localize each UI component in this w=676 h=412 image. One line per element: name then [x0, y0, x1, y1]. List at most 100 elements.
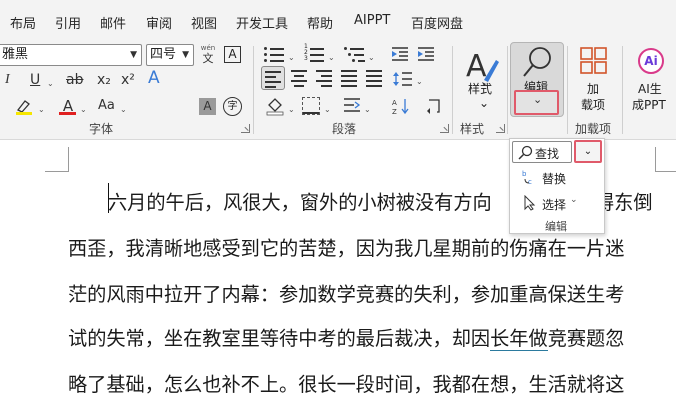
tab-review[interactable]: 审阅	[146, 13, 172, 32]
paragraph-group-label: 段落	[332, 122, 357, 136]
find-button[interactable]: 查找	[512, 141, 572, 163]
ai-ppt-button[interactable]: Ai AI生 成PPT	[630, 46, 674, 116]
paint-bucket-icon	[266, 98, 284, 116]
svg-text:A: A	[466, 49, 487, 84]
chevron-down-icon: ⌄	[533, 93, 543, 106]
replace-label: 替换	[542, 172, 567, 186]
borders-button[interactable]	[302, 97, 320, 115]
tab-aippt[interactable]: AIPPT	[354, 13, 390, 28]
shading-button[interactable]	[265, 96, 285, 116]
font-color-swatch	[59, 112, 76, 115]
chevron-down-icon[interactable]: ⌄	[328, 50, 335, 66]
addins-group-label: 加载项	[575, 122, 612, 136]
chevron-down-icon[interactable]: ⌄	[288, 50, 295, 66]
chevron-down-icon[interactable]: ⌄	[120, 102, 127, 118]
find-dropdown-caret[interactable]: ⌄	[574, 140, 602, 163]
styles-label: 样式	[468, 82, 493, 96]
phonetic-bottom: 文	[202, 52, 214, 65]
phonetic-guide-button[interactable]: wén 文	[199, 44, 217, 66]
increase-indent-button[interactable]	[416, 46, 436, 62]
chevron-down-icon[interactable]: ⌄	[47, 76, 54, 92]
ai-label-line2: 成PPT	[632, 98, 666, 112]
editing-dropdown-caret[interactable]: ⌄	[514, 90, 559, 115]
text-effects-button[interactable]: A	[148, 70, 160, 87]
italic-button[interactable]: I	[5, 72, 10, 88]
search-icon	[523, 47, 551, 77]
justify-button[interactable]	[338, 66, 362, 90]
chinese-layout-icon	[344, 98, 361, 112]
highlighter-icon	[16, 100, 32, 115]
font-name-combo[interactable]: 雅黑 ▼	[0, 44, 142, 66]
chevron-down-icon[interactable]: ⌄	[364, 102, 371, 118]
select-label: 选择	[542, 198, 567, 212]
character-border-button[interactable]: A	[224, 46, 241, 63]
numbering-button[interactable]: 1 2 3	[304, 43, 326, 62]
tab-references[interactable]: 引用	[55, 13, 81, 32]
align-center-button[interactable]	[288, 66, 312, 90]
addins-grid-icon	[580, 47, 607, 74]
group-divider	[567, 46, 568, 134]
distributed-button[interactable]	[363, 66, 387, 90]
crop-mark	[655, 147, 656, 171]
tab-developer[interactable]: 开发工具	[236, 13, 288, 32]
crop-mark	[68, 147, 69, 171]
group-divider	[253, 46, 254, 134]
font-size-combo[interactable]: 四号 ▼	[146, 44, 194, 66]
doc-line-5: 略了基础，怎么也补不上。很长一段时间，我都在想，生活就将这	[68, 373, 625, 396]
character-shading-button[interactable]: A	[199, 98, 216, 115]
line-spacing-button[interactable]	[392, 69, 414, 89]
doc-line-3: 茫的风雨中拉开了内幕：参加数学竞赛的失利，参加重高保送生考	[68, 283, 625, 306]
tab-baidu-netdisk[interactable]: 百度网盘	[411, 13, 463, 32]
tab-mailings[interactable]: 邮件	[100, 13, 126, 32]
highlight-button[interactable]	[14, 98, 36, 116]
strikethrough-button[interactable]: ab	[66, 72, 83, 88]
align-left-button[interactable]	[261, 66, 285, 90]
crop-mark	[45, 171, 69, 172]
multilevel-list-button[interactable]	[344, 46, 366, 62]
addins-button[interactable]: 加 载项	[576, 46, 612, 116]
svg-text:A: A	[392, 99, 397, 107]
align-right-button[interactable]	[313, 66, 337, 90]
ai-badge-icon: Ai	[638, 48, 664, 74]
chevron-down-icon[interactable]: ⌄	[288, 102, 295, 118]
chevron-down-icon: ⌄	[479, 96, 490, 110]
chevron-down-icon[interactable]: ⌄	[38, 102, 45, 118]
styles-button[interactable]: A 样式 ⌄	[462, 44, 502, 114]
enclose-characters-button[interactable]: 字	[223, 97, 242, 116]
enclose-char: 字	[227, 101, 238, 112]
styles-dialog-launcher-icon[interactable]	[496, 124, 505, 133]
subscript-button[interactable]: x₂	[97, 72, 111, 88]
paragraph-dialog-launcher-icon[interactable]	[440, 124, 449, 133]
underline-button[interactable]: U	[30, 72, 40, 88]
chevron-down-icon[interactable]: ⌄	[324, 102, 331, 118]
chevron-down-icon[interactable]: ⌄	[416, 74, 423, 90]
shading-char: A	[203, 99, 212, 113]
show-marks-button[interactable]	[426, 97, 442, 115]
tab-help[interactable]: 帮助	[307, 13, 333, 32]
chevron-down-icon[interactable]: ⌄	[368, 50, 375, 66]
line-spacing-icon	[393, 72, 412, 86]
search-icon	[518, 145, 533, 160]
bullets-button[interactable]	[264, 46, 286, 62]
chevron-down-icon: ⌄	[570, 195, 578, 205]
font-size-value: 四号	[150, 47, 177, 62]
chinese-layout-button[interactable]	[342, 97, 362, 115]
ribbon-tabs: 布局 引用 邮件 审阅 视图 开发工具 帮助 AIPPT 百度网盘	[0, 0, 676, 42]
font-color-button[interactable]: A	[58, 96, 78, 116]
sort-icon: A Z	[392, 99, 409, 116]
ribbon: 雅黑 ▼ 四号 ▼ wén 文 A I U ⌄ ab x₂ x² A ⌄ A ⌄…	[0, 42, 676, 140]
superscript-button[interactable]: x²	[121, 72, 135, 88]
tab-layout[interactable]: 布局	[10, 13, 36, 32]
doc-line-1: 六月的午后，风很大，窗外的小树被没有方向	[108, 191, 492, 214]
sort-button[interactable]: A Z	[392, 97, 410, 116]
font-dialog-launcher-icon[interactable]	[241, 124, 250, 133]
chevron-down-icon[interactable]: ⌄	[80, 102, 87, 118]
find-label: 查找	[535, 147, 560, 161]
group-divider	[507, 46, 508, 134]
dropdown-group-label: 编辑	[545, 220, 567, 233]
underlined-phrase: 长年做	[490, 327, 548, 351]
tab-view[interactable]: 视图	[191, 13, 217, 32]
change-case-button[interactable]: Aa	[98, 98, 115, 114]
decrease-indent-button[interactable]	[390, 46, 410, 62]
cursor-arrow-icon	[524, 195, 536, 211]
